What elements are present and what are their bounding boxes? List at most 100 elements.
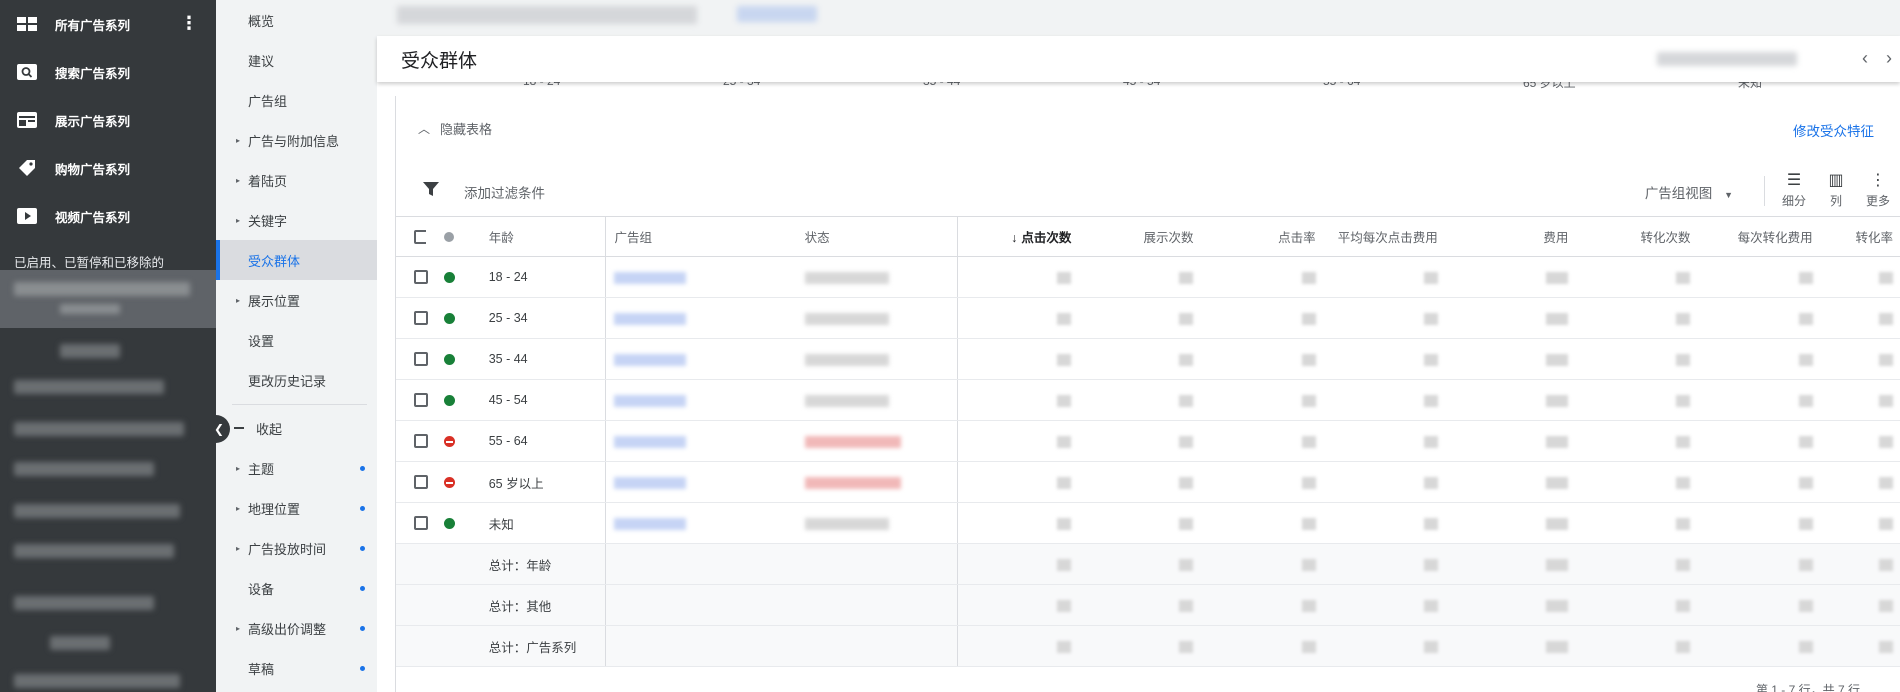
more-vert-icon[interactable]: ⋮: [180, 14, 198, 32]
page-nav-item[interactable]: ▸ 广告与附加信息: [216, 120, 377, 160]
clicks-value: [1057, 476, 1072, 489]
col-avg-cpc[interactable]: 平均每次点击费用: [1323, 216, 1446, 257]
filter-icon[interactable]: [422, 180, 440, 201]
nav-label: 购物广告系列: [55, 162, 131, 177]
row-checkbox[interactable]: [396, 297, 428, 339]
col-cost-per-conv[interactable]: 每次转化费用: [1698, 216, 1821, 257]
ad-group-cell[interactable]: [605, 379, 797, 421]
cost-value: [1546, 353, 1569, 366]
row-checkbox[interactable]: [396, 256, 428, 298]
ad-group-link[interactable]: [614, 517, 687, 530]
col-impressions[interactable]: 展示次数: [1079, 216, 1202, 257]
page-nav-item[interactable]: 设置: [216, 320, 377, 360]
nav-search-campaigns[interactable]: 搜索广告系列: [0, 48, 216, 96]
columns-button[interactable]: ▥ 列: [1819, 170, 1853, 209]
page-nav-item[interactable]: 草稿: [216, 648, 377, 688]
chevron-left-icon: ❮: [213, 422, 225, 436]
conversions-value: [1676, 435, 1691, 448]
more-button[interactable]: ⋮ 更多: [1861, 170, 1895, 209]
page-nav-item[interactable]: ▸ 高级出价调整: [216, 608, 377, 648]
col-clicks[interactable]: ↓ 点击次数: [957, 216, 1080, 257]
impressions-cell: [1079, 297, 1202, 339]
page-nav-item[interactable]: 概览: [216, 0, 377, 40]
hide-table-toggle[interactable]: ︿ 隐藏表格: [396, 110, 492, 146]
page-nav-item[interactable]: ▸ 关键字: [216, 200, 377, 240]
shopping-tag-icon: [16, 160, 38, 176]
conversions-cell: [1576, 379, 1699, 421]
select-all-checkbox[interactable]: [396, 216, 426, 257]
add-filter-button[interactable]: 添加过滤条件: [464, 182, 545, 202]
table-row: 45 - 54: [396, 379, 1900, 421]
nav-shopping-campaigns[interactable]: 购物广告系列: [0, 144, 216, 192]
main-content: 受众群体 ‹ › 18 - 24 25 - 34 35 - 44 45 - 54…: [377, 0, 1900, 692]
row-checkbox[interactable]: [396, 379, 428, 421]
ad-group-cell[interactable]: [605, 420, 797, 462]
page-nav-item[interactable]: ▸ 着陆页: [216, 160, 377, 200]
total-empty: [605, 584, 797, 626]
view-select[interactable]: 广告组视图 ▼: [1645, 182, 1733, 202]
ad-group-cell[interactable]: [605, 297, 797, 339]
campaign-list-item-selected[interactable]: [0, 270, 216, 328]
chevron-left-icon[interactable]: ‹: [1862, 48, 1868, 69]
cost-per-conv-value: [1798, 353, 1813, 366]
clicks-cell: [957, 338, 1080, 380]
page-nav-item[interactable]: ▸ 展示位置: [216, 280, 377, 320]
total-empty: [796, 543, 958, 585]
campaign-page-nav: 概览 建议 广告组 ▸ 广告与附加信息 ▸ 着陆页 ▸ 关键字 受众群体 ▸ 展示位置 设置更改历史记录…: [216, 0, 377, 692]
ad-group-link[interactable]: [614, 353, 687, 366]
page-nav-label: 主题: [248, 461, 275, 477]
conv-rate-cell: [1820, 338, 1900, 380]
total-row: 总计：其他: [396, 584, 1900, 626]
nav-video-campaigns[interactable]: 视频广告系列: [0, 192, 216, 240]
ctr-cell: [1201, 502, 1324, 544]
row-checkbox[interactable]: [396, 420, 428, 462]
ad-group-link[interactable]: [614, 271, 687, 284]
row-status-dot: [425, 338, 467, 380]
page-nav-item[interactable]: 更改历史记录: [216, 360, 377, 400]
col-age[interactable]: 年龄: [466, 216, 607, 257]
avg-cpc-cell: [1323, 420, 1446, 462]
col-cost[interactable]: 费用: [1445, 216, 1577, 257]
ad-group-link[interactable]: [614, 394, 687, 407]
ad-group-cell[interactable]: [605, 461, 797, 503]
page-nav-item[interactable]: ▸ 广告投放时间: [216, 528, 377, 568]
col-conv-rate[interactable]: 转化率: [1820, 216, 1900, 257]
avg-cpc-cell: [1323, 297, 1446, 339]
chevron-right-icon[interactable]: ›: [1886, 48, 1892, 69]
ad-group-link[interactable]: [614, 476, 687, 489]
segment-button[interactable]: ☰ 细分: [1777, 170, 1811, 209]
total-clicks-value: [1057, 640, 1072, 653]
page-nav-item[interactable]: ▸ 地理位置: [216, 488, 377, 528]
ad-group-link[interactable]: [614, 312, 687, 325]
col-ctr[interactable]: 点击率: [1201, 216, 1324, 257]
ad-group-cell[interactable]: [605, 338, 797, 380]
row-checkbox[interactable]: [396, 461, 428, 503]
cost-per-conv-cell: [1698, 297, 1821, 339]
page-nav-item[interactable]: ▸ 主题: [216, 448, 377, 488]
total-avg-cpc-value: [1423, 599, 1438, 612]
edit-demographics-link[interactable]: 修改受众特征: [1793, 120, 1874, 140]
ad-group-cell[interactable]: [605, 256, 797, 298]
total-empty: [425, 543, 467, 585]
page-nav-label: 更改历史记录: [248, 373, 327, 389]
collapse-nav-item[interactable]: 收起: [216, 408, 377, 448]
conv-rate-value: [1879, 394, 1893, 407]
ad-group-link[interactable]: [614, 435, 687, 448]
avg-cpc-cell: [1323, 461, 1446, 503]
col-status[interactable]: 状态: [796, 216, 958, 257]
page-nav-item[interactable]: 受众群体: [216, 240, 377, 280]
total-label: 总计：其他: [466, 584, 606, 626]
ad-group-cell[interactable]: [605, 502, 797, 544]
nav-all-campaigns[interactable]: 所有广告系列 ⋮: [0, 0, 216, 48]
page-nav-item[interactable]: 建议: [216, 40, 377, 80]
total-empty: [605, 543, 797, 585]
nav-display-campaigns[interactable]: 展示广告系列: [0, 96, 216, 144]
row-checkbox[interactable]: [396, 502, 428, 544]
conversions-value: [1676, 271, 1691, 284]
col-conversions[interactable]: 转化次数: [1576, 216, 1699, 257]
col-ad-group[interactable]: 广告组: [605, 216, 797, 257]
notification-dot-icon: [360, 665, 365, 671]
row-checkbox[interactable]: [396, 338, 428, 380]
page-nav-item[interactable]: 设备: [216, 568, 377, 608]
page-nav-item[interactable]: 广告组: [216, 80, 377, 120]
